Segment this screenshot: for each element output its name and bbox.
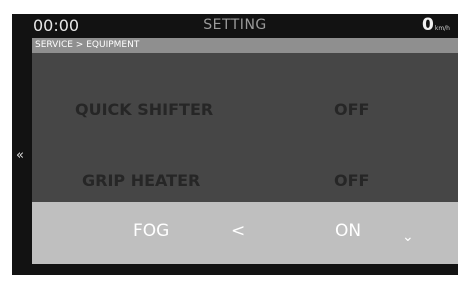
selected-item-value: ON [335, 221, 362, 241]
menu-item-fog-selected[interactable]: FOG < ON ⌄ [32, 202, 458, 264]
menu-item-value: OFF [334, 171, 370, 190]
menu-item-label: GRIP HEATER [82, 171, 201, 190]
speed-readout: 0km/h [422, 15, 450, 35]
status-bar: 00:00 SETTING 0km/h [12, 14, 458, 38]
screen-title: SETTING [203, 17, 267, 33]
breadcrumb-bar: SERVICE > EQUIPMENT [32, 38, 458, 53]
menu-item-value: OFF [334, 100, 370, 119]
selected-item-label: FOG [133, 221, 170, 241]
display-screen: 00:00 SETTING 0km/h « SERVICE > EQUIPMEN… [12, 14, 458, 275]
speed-value: 0 [422, 15, 434, 35]
breadcrumb: SERVICE > EQUIPMENT [35, 40, 140, 50]
speed-unit: km/h [434, 25, 450, 32]
menu-item-label: QUICK SHIFTER [75, 100, 214, 119]
previous-option-icon[interactable]: < [231, 221, 245, 241]
next-option-chevron-icon[interactable]: ⌄ [402, 229, 414, 245]
back-icon[interactable]: « [16, 148, 24, 163]
